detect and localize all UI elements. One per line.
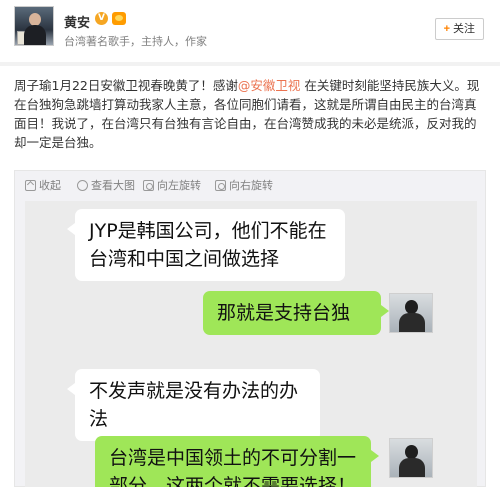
media-box: 收起 查看大图 向左旋转 向右旋转 JYP是韩国公司，他们不能在台湾和中国之间做… <box>14 170 486 487</box>
collapse-label: 收起 <box>39 179 61 192</box>
divider <box>0 62 500 66</box>
verified-icon: V <box>95 12 108 25</box>
plus-icon: + <box>443 23 450 35</box>
chat-bubble-left: 不发声就是没有办法的办法 <box>67 369 320 441</box>
chat-avatar <box>389 438 433 478</box>
user-title: 台湾著名歌手，主持人，作家 <box>64 35 207 48</box>
rotate-right-button[interactable]: 向右旋转 <box>215 177 273 193</box>
chat-bubble-right: 台湾是中国领土的不可分割一部分，这两个就不需要选择！ <box>95 436 379 487</box>
rotate-left-button[interactable]: 向左旋转 <box>143 177 201 193</box>
mention-link[interactable]: @安徽卫视 <box>238 78 301 93</box>
chat-bubble-right: 那就是支持台独 <box>203 291 389 335</box>
follow-label: 关注 <box>453 23 475 35</box>
user-avatar[interactable] <box>14 6 54 46</box>
post-text: 周子瑜1月22日安徽卫视春晚黄了！感谢@安徽卫视 在关键时刻能坚持民族大义。现在… <box>14 76 486 152</box>
view-large-button[interactable]: 查看大图 <box>77 177 135 193</box>
chat-bubble-left: JYP是韩国公司，他们不能在台湾和中国之间做选择 <box>67 209 345 281</box>
collapse-icon <box>25 179 36 191</box>
post-text-part1: 周子瑜1月22日安徽卫视春晚黄了！感谢 <box>14 78 238 93</box>
level-badge-icon <box>112 12 126 25</box>
username[interactable]: 黄安 <box>64 12 90 31</box>
collapse-button[interactable]: 收起 <box>25 177 61 193</box>
follow-button[interactable]: + 关注 <box>434 18 484 40</box>
rotate-right-icon <box>215 179 226 191</box>
profile-header: 黄安 V 台湾著名歌手，主持人，作家 + 关注 <box>0 0 500 62</box>
rotate-left-label: 向左旋转 <box>157 179 201 192</box>
media-toolbar: 收起 查看大图 向左旋转 向右旋转 <box>15 171 485 197</box>
view-large-label: 查看大图 <box>91 179 135 192</box>
rotate-right-label: 向右旋转 <box>229 179 273 192</box>
zoom-icon <box>77 179 88 191</box>
chat-screenshot[interactable]: JYP是韩国公司，他们不能在台湾和中国之间做选择 那就是支持台独 不发声就是没有… <box>25 201 477 487</box>
rotate-left-icon <box>143 179 154 191</box>
chat-avatar <box>389 293 433 333</box>
